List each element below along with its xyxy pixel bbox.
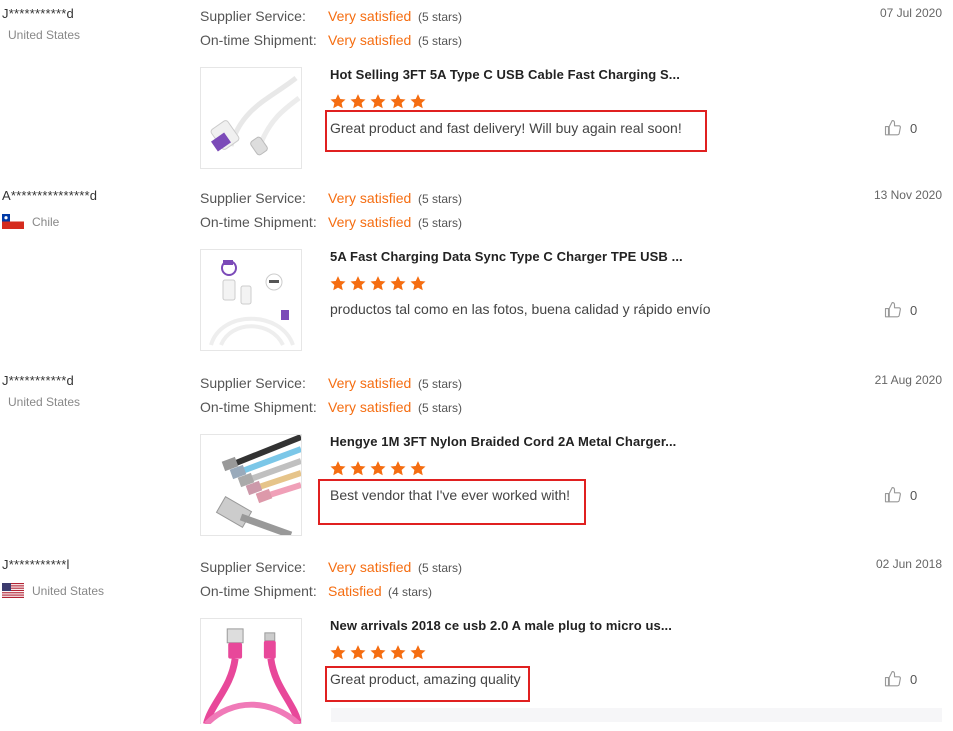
supplier-service-label: Supplier Service: [200, 8, 306, 24]
star-icon [350, 645, 366, 660]
reviewer-country: United States [8, 28, 80, 42]
highlight-box [325, 110, 707, 152]
supplier-service-value: Very satisfied [328, 559, 412, 575]
shipment-stars: (5 stars) [418, 216, 463, 230]
supplier-service-value: Very satisfied [328, 190, 412, 206]
like-button[interactable]: 0 [884, 670, 917, 688]
thumbs-up-icon [884, 486, 901, 503]
supplier-service-stars: (5 stars) [418, 10, 463, 24]
usb-cable-image [215, 435, 301, 535]
review-date: 13 Nov 2020 [873, 188, 942, 202]
supplier-service-value: Very satisfied [328, 8, 412, 24]
chile-flag-icon [2, 214, 24, 229]
shipment-stars: (4 stars) [388, 585, 433, 599]
shipment-value: Very satisfied [328, 214, 412, 230]
reviewer-name: J***********d [2, 6, 74, 21]
star-icon [390, 461, 406, 476]
star-icon [370, 645, 386, 660]
supplier-service-label: Supplier Service: [200, 559, 306, 575]
rating-stars [329, 644, 427, 661]
like-button[interactable]: 0 [884, 301, 917, 319]
review-item: A***************d Chile Supplier Service… [0, 188, 953, 358]
product-title-link[interactable]: Hot Selling 3FT 5A Type C USB Cable Fast… [330, 67, 680, 82]
shipment-stars: (5 stars) [418, 34, 463, 48]
country-name: United States [32, 583, 105, 598]
like-button[interactable]: 0 [884, 486, 917, 504]
product-thumbnail[interactable] [200, 67, 302, 169]
star-icon [410, 645, 426, 660]
star-icon [350, 461, 366, 476]
like-count: 0 [910, 302, 918, 318]
review-item: J***********d United States Supplier Ser… [0, 373, 953, 543]
highlight-box [318, 479, 586, 525]
product-title-link[interactable]: 5A Fast Charging Data Sync Type C Charge… [330, 249, 683, 264]
rating-stars [329, 93, 427, 110]
star-icon [330, 461, 346, 476]
rating-stars [329, 460, 427, 477]
star-icon [350, 276, 366, 291]
country-name: United States [8, 395, 81, 409]
shipment-value: Very satisfied [328, 399, 412, 415]
thumbs-up-icon [884, 670, 901, 687]
reviewer-country: Chile [2, 214, 59, 229]
like-count: 0 [910, 671, 918, 687]
review-date: 07 Jul 2020 [879, 6, 942, 20]
review-item: J***********d United States Supplier Ser… [0, 6, 953, 176]
star-icon [390, 645, 406, 660]
product-thumbnail[interactable] [200, 434, 302, 536]
country-name: Chile [32, 214, 60, 229]
reviewer-name: A***************d [2, 188, 98, 203]
thumbs-up-icon [884, 119, 901, 136]
product-title-link[interactable]: Hengye 1M 3FT Nylon Braided Cord 2A Meta… [330, 434, 676, 449]
review-item: J***********l United States Supplier Ser… [0, 557, 953, 731]
like-count: 0 [910, 487, 918, 503]
shipment-label: On-time Shipment: [200, 399, 317, 415]
supplier-service-value: Very satisfied [328, 375, 412, 391]
star-icon [330, 94, 346, 109]
star-icon [410, 94, 426, 109]
like-count: 0 [910, 120, 918, 136]
shipment-stars: (5 stars) [418, 401, 463, 415]
shipment-label: On-time Shipment: [200, 214, 317, 230]
star-icon [410, 276, 426, 291]
review-date: 21 Aug 2020 [874, 373, 942, 387]
star-icon [370, 94, 386, 109]
shipment-label: On-time Shipment: [200, 583, 317, 599]
star-icon [370, 461, 386, 476]
usb-cable-image [209, 260, 295, 347]
star-icon [370, 276, 386, 291]
supplier-service-stars: (5 stars) [418, 377, 463, 391]
supplier-service-label: Supplier Service: [200, 375, 306, 391]
supplier-service-stars: (5 stars) [418, 192, 463, 206]
review-date: 02 Jun 2018 [875, 557, 942, 571]
shipment-label: On-time Shipment: [200, 32, 317, 48]
like-button[interactable]: 0 [884, 119, 917, 137]
product-title-link[interactable]: New arrivals 2018 ce usb 2.0 A male plug… [330, 618, 672, 633]
product-thumbnail[interactable] [200, 618, 302, 724]
reviewer-name: J***********l [2, 557, 70, 572]
thumbs-up-icon [884, 301, 901, 318]
supplier-service-label: Supplier Service: [200, 190, 306, 206]
us-flag-icon [2, 583, 24, 598]
star-icon [410, 461, 426, 476]
review-comment: productos tal como en las fotos, buena c… [330, 301, 711, 317]
reviewer-country: United States [8, 395, 80, 409]
usb-cable-image [210, 76, 301, 156]
shipment-value: Satisfied [328, 583, 382, 599]
usb-cable-image [203, 628, 301, 724]
star-icon [330, 276, 346, 291]
product-thumbnail[interactable] [200, 249, 302, 351]
star-icon [390, 94, 406, 109]
star-icon [330, 645, 346, 660]
reviewer-country: United States [2, 583, 104, 598]
star-icon [390, 276, 406, 291]
reviewer-name: J***********d [2, 373, 74, 388]
rating-stars [329, 275, 427, 292]
star-icon [350, 94, 366, 109]
shipment-value: Very satisfied [328, 32, 412, 48]
seller-reply-box [331, 708, 942, 722]
supplier-service-stars: (5 stars) [418, 561, 463, 575]
highlight-box [325, 666, 530, 702]
country-name: United States [8, 28, 81, 42]
